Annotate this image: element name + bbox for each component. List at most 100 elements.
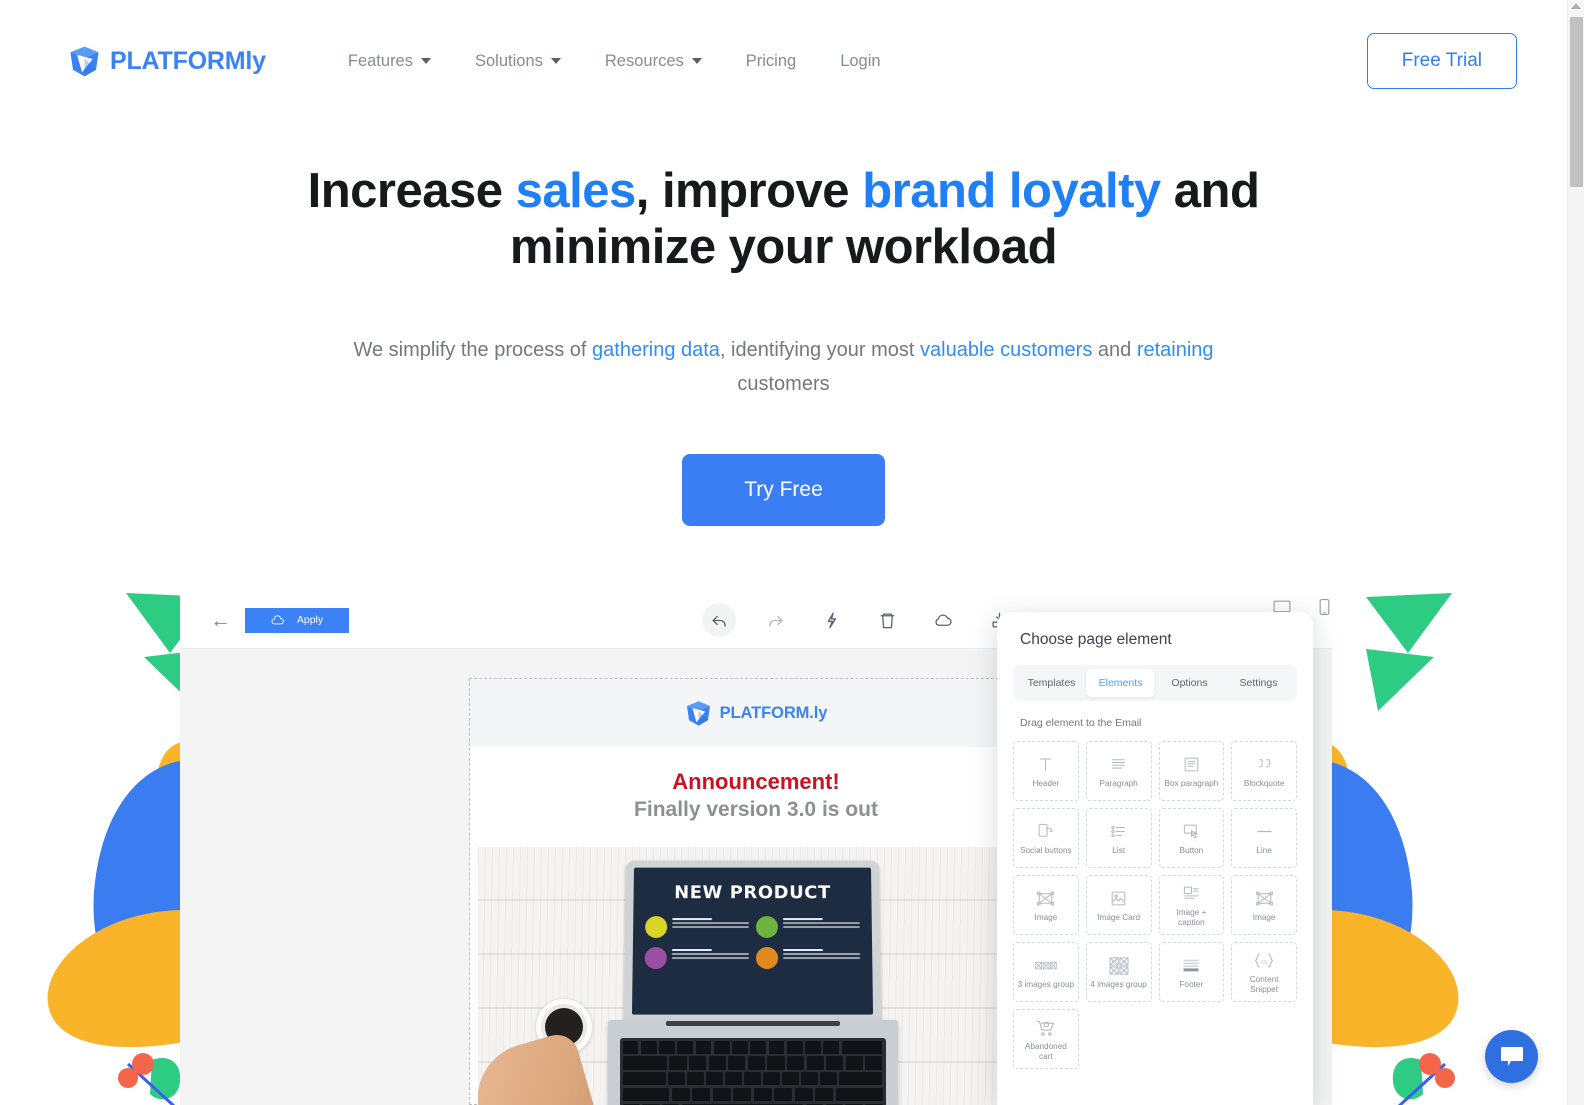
tab-elements[interactable]: Elements: [1086, 669, 1155, 697]
screen-cell: [755, 915, 860, 938]
tile-label: Image: [1252, 912, 1276, 922]
element-tile-image-2[interactable]: Image: [1231, 875, 1297, 935]
feature-dot-purple: [644, 946, 667, 969]
cloud-icon: [271, 615, 284, 625]
chat-widget-button[interactable]: [1485, 1030, 1538, 1083]
trash-icon[interactable]: [870, 603, 904, 637]
undo-icon[interactable]: [702, 603, 736, 637]
logo-text: PLATFORMly: [110, 46, 266, 75]
tile-label: 4 images group: [1090, 979, 1147, 989]
element-tile-footer[interactable]: Footer: [1158, 942, 1225, 1002]
page-scrollbar[interactable]: [1567, 0, 1584, 1105]
element-tile-3-images-group[interactable]: 3 images group: [1013, 942, 1079, 1002]
back-arrow-icon[interactable]: ←: [196, 610, 245, 631]
tab-settings[interactable]: Settings: [1224, 669, 1293, 697]
email-canvas[interactable]: PLATFORM.ly Announcement! Finally versio…: [468, 678, 1044, 1105]
element-tile-paragraph[interactable]: Paragraph: [1085, 741, 1152, 801]
nav-item-solutions[interactable]: Solutions: [453, 42, 583, 81]
platformly-cube-logo-icon: [686, 700, 710, 726]
image-caption-icon: [1182, 883, 1201, 905]
nav-item-resources[interactable]: Resources: [583, 42, 724, 81]
scroll-up-arrow-icon[interactable]: [1571, 3, 1581, 9]
laptop-hinge: [665, 1020, 840, 1026]
tile-label: Paragraph: [1099, 778, 1138, 788]
free-trial-button[interactable]: Free Trial: [1366, 33, 1517, 89]
nav-label: Login: [840, 51, 881, 70]
element-tile-button[interactable]: Button: [1158, 808, 1225, 868]
element-tile-list[interactable]: List: [1085, 808, 1152, 868]
email-hero-photo[interactable]: NEW PRODUCT: [477, 846, 1035, 1105]
element-tile-4-images-group[interactable]: 4 images group: [1085, 942, 1152, 1002]
chevron-down-icon: [421, 58, 431, 64]
nav-label: Solutions: [475, 51, 543, 70]
image-placeholder-icon: [1036, 888, 1055, 910]
nav-item-features[interactable]: Features: [326, 42, 453, 81]
panel-title: Choose page element: [1020, 631, 1172, 648]
quote-marks-icon: [1255, 754, 1274, 776]
feature-dot-yellow: [645, 915, 668, 938]
email-announcement-block[interactable]: Announcement! Finally version 3.0 is out: [470, 747, 1043, 831]
horizontal-line-icon: [1255, 821, 1274, 843]
list-icon: [1109, 821, 1128, 843]
scroll-thumb[interactable]: [1570, 17, 1583, 187]
element-tile-header[interactable]: Header: [1013, 741, 1079, 801]
try-free-button[interactable]: Try Free: [682, 453, 885, 526]
redo-icon[interactable]: [758, 603, 792, 637]
subhead-part-4: customers: [737, 373, 830, 396]
nav-item-login[interactable]: Login: [818, 42, 902, 81]
chevron-down-icon: [550, 58, 561, 64]
nav-item-pricing[interactable]: Pricing: [724, 42, 818, 81]
screen-feature-grid: [644, 915, 861, 969]
screen-cell: [644, 946, 749, 969]
element-tile-social-buttons[interactable]: Social buttons: [1013, 808, 1079, 868]
laptop-keyboard: [619, 1037, 886, 1105]
mobile-icon[interactable]: [1319, 598, 1330, 621]
email-logo-block[interactable]: PLATFORM.ly: [469, 679, 1043, 747]
tile-label: Content Snippet: [1249, 974, 1279, 994]
feature-text-lines: [782, 916, 860, 930]
element-tile-line[interactable]: Line: [1231, 808, 1297, 868]
builder-toolbar-icons: [702, 603, 1016, 637]
element-tile-blockquote[interactable]: Blockquote: [1231, 741, 1297, 801]
lightning-icon[interactable]: [814, 603, 848, 637]
button-click-icon: [1182, 821, 1201, 843]
tab-options[interactable]: Options: [1155, 669, 1224, 697]
feature-text-lines: [672, 916, 750, 930]
tile-label: Box paragraph: [1164, 778, 1219, 788]
tile-label: Image + caption: [1176, 907, 1207, 927]
headline-accent-sales: sales: [515, 164, 637, 218]
box-paragraph-icon: [1182, 754, 1201, 776]
apply-button[interactable]: Apply: [245, 607, 349, 633]
decor-blob-right: [1322, 742, 1459, 1048]
tile-label: Image Card: [1097, 912, 1141, 922]
subhead-part-2: , identifying your most: [719, 338, 921, 361]
element-grid: Header Paragraph Box paragraph Blockquot…: [1013, 741, 1297, 1069]
headline-accent-brand-loyalty: brand loyalty: [862, 164, 1161, 218]
site-header: PLATFORMly Features Solutions Resources …: [0, 0, 1567, 122]
element-tile-abandoned-cart[interactable]: Abandoned cart: [1013, 1009, 1079, 1069]
announcement-title: Announcement!: [672, 769, 840, 794]
element-tile-box-paragraph[interactable]: Box paragraph: [1158, 741, 1225, 801]
decor-green-arrow-right: [1366, 593, 1452, 711]
element-tile-image[interactable]: Image: [1013, 875, 1079, 935]
header-t-icon: [1036, 754, 1055, 776]
subhead-accent-retaining: retaining: [1136, 338, 1214, 361]
panel-hint: Drag element to the Email: [1020, 717, 1142, 729]
element-tile-content-snippet[interactable]: cs Content Snippet: [1231, 942, 1297, 1002]
hero-section: Increase sales, improve brand loyalty an…: [0, 122, 1567, 526]
decor-blob-left: [47, 742, 184, 1048]
tab-templates[interactable]: Templates: [1017, 669, 1086, 697]
subhead-accent-valuable-customers: valuable customers: [920, 338, 1093, 361]
image-card-icon: [1109, 888, 1128, 910]
logo[interactable]: PLATFORMly: [68, 45, 266, 78]
cloud-icon[interactable]: [926, 603, 960, 637]
element-tile-image-card[interactable]: Image Card: [1085, 875, 1152, 935]
subhead-part-1: We simplify the process of: [353, 338, 593, 361]
nav-label: Pricing: [745, 51, 797, 70]
tile-label: Button: [1179, 845, 1204, 855]
announcement-subtitle: Finally version 3.0 is out: [634, 798, 878, 822]
hero-subheadline: We simplify the process of gathering dat…: [339, 333, 1229, 402]
code-braces-icon: cs: [1253, 950, 1275, 972]
element-tile-image-caption[interactable]: Image + caption: [1158, 875, 1225, 935]
feature-dot-orange: [756, 946, 779, 969]
